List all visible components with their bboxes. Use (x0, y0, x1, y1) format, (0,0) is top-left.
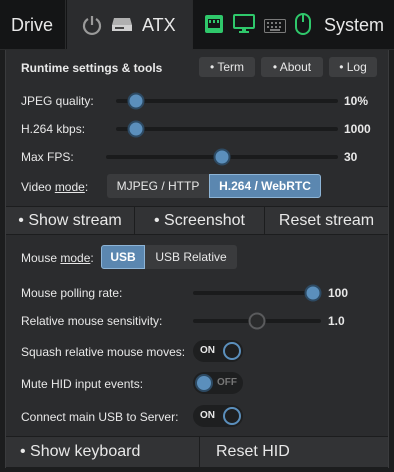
ethernet-icon (204, 14, 224, 39)
nav-drive[interactable]: Drive (0, 0, 66, 50)
squash-mouse-label: Squash relative mouse moves: (21, 345, 186, 359)
monitor-icon (233, 14, 255, 39)
max-fps-slider[interactable] (106, 148, 338, 166)
stream-actions-bar: • Show stream • Screenshot Reset stream (6, 206, 388, 235)
connect-usb-label: Connect main USB to Server: (21, 410, 179, 424)
mute-hid-state: OFF (217, 377, 237, 388)
reset-hid-button[interactable]: Reset HID (200, 437, 388, 467)
squash-mouse-toggle[interactable]: ON (193, 340, 243, 362)
h264-kbps-label: H.264 kbps: (21, 122, 86, 136)
log-button[interactable]: • Log (329, 57, 377, 77)
mouse-mode-label: Mouse mode: (21, 251, 94, 265)
reset-stream-button[interactable]: Reset stream (265, 207, 388, 235)
connect-usb-toggle[interactable]: ON (193, 405, 243, 427)
term-button[interactable]: • Term (199, 57, 255, 77)
max-fps-value: 30 (344, 150, 358, 164)
mouse-sensitivity-value: 1.0 (328, 314, 345, 328)
mouse-polling-label: Mouse polling rate: (21, 286, 123, 300)
mouse-icon (295, 13, 311, 40)
squash-mouse-knob (223, 342, 241, 360)
video-mode-label: Video mode: (21, 180, 89, 194)
max-fps-thumb[interactable] (213, 148, 231, 166)
show-keyboard-button[interactable]: • Show keyboard (6, 437, 200, 467)
h264-kbps-value: 1000 (344, 122, 371, 136)
hid-actions-bar: • Show keyboard Reset HID (6, 436, 388, 468)
top-navbar: Drive ATX System (0, 0, 394, 50)
mouse-polling-value: 100 (328, 286, 349, 300)
mouse-polling-thumb[interactable] (304, 284, 322, 302)
mouse-mode-usb-relative-option[interactable]: USB Relative (145, 245, 237, 269)
jpeg-quality-label: JPEG quality: (21, 94, 94, 108)
runtime-settings-panel: Runtime settings & tools • Term • About … (5, 50, 389, 468)
nav-drive-label: Drive (11, 14, 54, 35)
h264-kbps-slider[interactable] (116, 120, 338, 138)
connect-usb-state: ON (200, 410, 215, 421)
mouse-sensitivity-thumb[interactable] (248, 312, 266, 330)
atx-box-icon (111, 16, 133, 37)
mute-hid-label: Mute HID input events: (21, 377, 144, 391)
mouse-sensitivity-label: Relative mouse sensitivity: (21, 314, 163, 328)
connect-usb-knob (223, 407, 241, 425)
screenshot-button[interactable]: • Screenshot (135, 207, 265, 235)
about-button[interactable]: • About (261, 57, 323, 77)
mute-hid-knob (195, 374, 213, 392)
nav-system[interactable]: System (194, 0, 394, 50)
mouse-sensitivity-slider[interactable] (193, 312, 321, 330)
h264-kbps-thumb[interactable] (127, 120, 145, 138)
mouse-polling-slider[interactable] (193, 284, 322, 302)
nav-atx[interactable]: ATX (67, 0, 193, 50)
nav-atx-label: ATX (142, 15, 176, 35)
mouse-mode-usb-option[interactable]: USB (101, 245, 145, 269)
jpeg-quality-slider[interactable] (116, 92, 338, 110)
power-icon (81, 14, 103, 41)
max-fps-label: Max FPS: (21, 150, 74, 164)
show-stream-button[interactable]: • Show stream (6, 207, 135, 235)
jpeg-quality-value: 10% (344, 94, 369, 108)
video-mode-mjpeg-option[interactable]: MJPEG / HTTP (107, 174, 209, 198)
squash-mouse-state: ON (200, 345, 215, 356)
video-mode-h264-option[interactable]: H.264 / WebRTC (209, 174, 321, 198)
keyboard-icon (264, 17, 286, 38)
mute-hid-toggle[interactable]: OFF (193, 372, 243, 394)
nav-system-label: System (324, 15, 385, 35)
panel-title: Runtime settings & tools (21, 61, 163, 75)
jpeg-quality-thumb[interactable] (127, 92, 145, 110)
